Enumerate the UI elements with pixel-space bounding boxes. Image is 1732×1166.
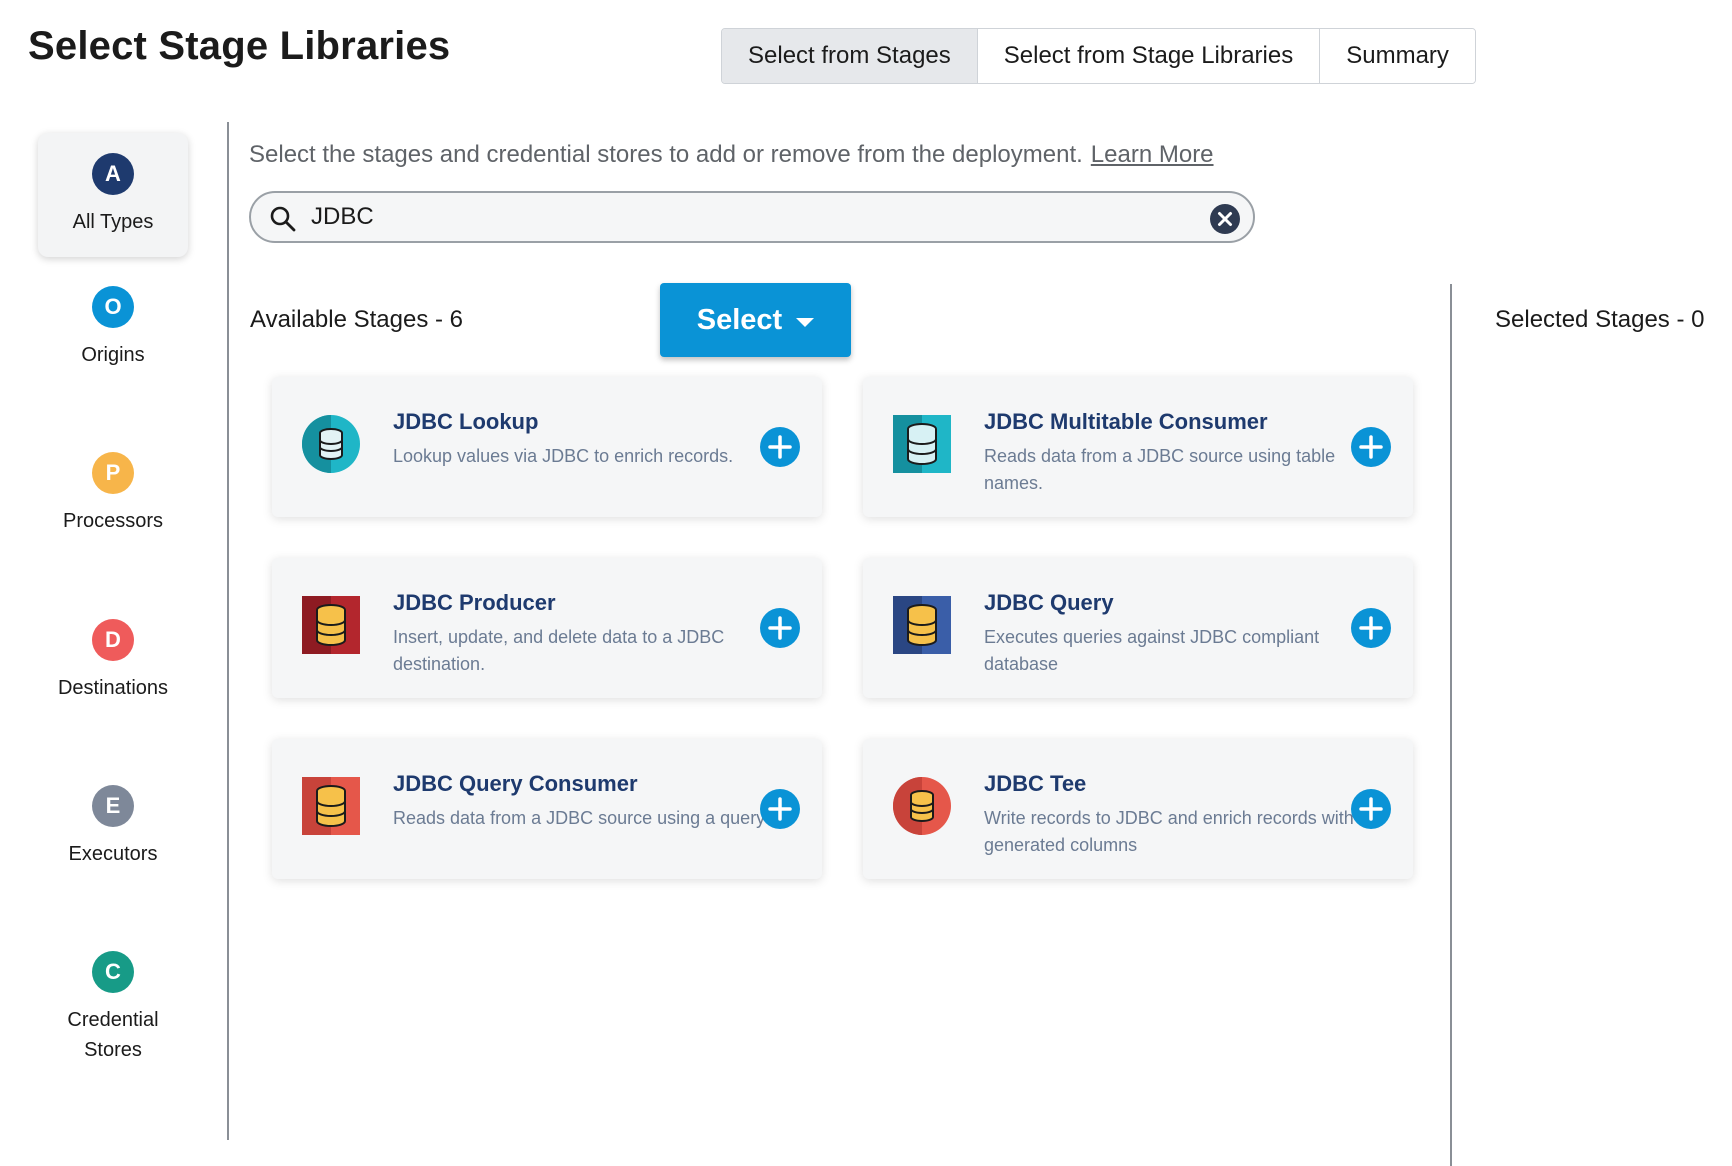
type-label: Executors (68, 843, 158, 865)
select-dropdown-button[interactable]: Select (660, 283, 851, 357)
selected-stages-count: Selected Stages - 0 (1495, 306, 1705, 333)
stage-title: JDBC Query Consumer (393, 771, 638, 796)
stage-card-jdbc-query-consumer[interactable]: JDBC Query Consumer Reads data from a JD… (272, 739, 822, 879)
database-square-navy-icon (893, 596, 951, 654)
tab-select-from-stage-libraries[interactable]: Select from Stage Libraries (977, 29, 1321, 83)
destinations-badge-icon: D (92, 619, 134, 661)
stage-description: Reads data from a JDBC source using tabl… (984, 446, 1336, 493)
database-square-darkred-icon (302, 596, 360, 654)
type-nav-executors[interactable]: E Executors (38, 785, 188, 869)
stage-title: JDBC Producer (393, 590, 556, 615)
instructions-text: Select the stages and credential stores … (249, 141, 1214, 169)
add-stage-icon[interactable] (1351, 427, 1391, 467)
stage-title: JDBC Multitable Consumer (984, 409, 1268, 434)
caret-down-icon (796, 317, 815, 327)
processors-badge-icon: P (92, 452, 134, 494)
type-label: Credential Stores (67, 1009, 159, 1061)
stage-description: Insert, update, and delete data to a JDB… (393, 627, 725, 674)
add-stage-icon[interactable] (760, 427, 800, 467)
tab-summary[interactable]: Summary (1320, 29, 1475, 83)
clear-search-icon[interactable] (1209, 203, 1241, 235)
stage-description: Write records to JDBC and enrich records… (984, 808, 1354, 855)
type-nav-destinations[interactable]: D Destinations (38, 619, 188, 703)
add-stage-icon[interactable] (1351, 608, 1391, 648)
credential-stores-badge-icon: C (92, 951, 134, 993)
type-nav-credential-stores[interactable]: C Credential Stores (38, 951, 188, 1065)
search-input[interactable] (311, 201, 1191, 233)
instructions-label: Select the stages and credential stores … (249, 141, 1083, 168)
right-divider (1450, 284, 1452, 1166)
all-types-badge-icon: A (92, 153, 134, 195)
stage-description: Executes queries against JDBC compliant … (984, 627, 1320, 674)
type-label: Processors (62, 510, 164, 532)
type-label: Destinations (57, 677, 169, 699)
stage-card-jdbc-lookup[interactable]: JDBC Lookup Lookup values via JDBC to en… (272, 377, 822, 517)
stage-description: Reads data from a JDBC source using a qu… (393, 808, 766, 828)
search-bar (249, 191, 1255, 243)
stage-title: JDBC Query (984, 590, 1114, 615)
database-circle-red-icon (893, 777, 951, 835)
select-button-label: Select (696, 303, 783, 336)
database-square-red-icon (302, 777, 360, 835)
type-nav-origins[interactable]: O Origins (38, 286, 188, 370)
database-circle-teal-icon (302, 415, 360, 473)
learn-more-link[interactable]: Learn More (1091, 141, 1214, 168)
type-nav-all-types[interactable]: A All Types (38, 133, 188, 257)
stage-card-jdbc-tee[interactable]: JDBC Tee Write records to JDBC and enric… (863, 739, 1413, 879)
add-stage-icon[interactable] (760, 789, 800, 829)
view-tabs: Select from Stages Select from Stage Lib… (721, 28, 1476, 84)
stage-card-jdbc-multitable-consumer[interactable]: JDBC Multitable Consumer Reads data from… (863, 377, 1413, 517)
stage-card-jdbc-producer[interactable]: JDBC Producer Insert, update, and delete… (272, 558, 822, 698)
available-stages-count: Available Stages - 6 (250, 306, 464, 333)
type-label: All Types (72, 211, 154, 233)
type-label: Origins (81, 344, 145, 366)
origins-badge-icon: O (92, 286, 134, 328)
type-nav-processors[interactable]: P Processors (38, 452, 188, 536)
page-title: Select Stage Libraries (28, 24, 451, 68)
stage-title: JDBC Tee (984, 771, 1087, 796)
stage-description: Lookup values via JDBC to enrich records… (393, 446, 734, 466)
add-stage-icon[interactable] (1351, 789, 1391, 829)
stage-card-jdbc-query[interactable]: JDBC Query Executes queries against JDBC… (863, 558, 1413, 698)
add-stage-icon[interactable] (760, 608, 800, 648)
stage-title: JDBC Lookup (393, 409, 539, 434)
tab-select-from-stages[interactable]: Select from Stages (722, 29, 978, 83)
stage-library-page: Select Stage Libraries Select from Stage… (0, 0, 1732, 1166)
executors-badge-icon: E (92, 785, 134, 827)
left-divider (227, 122, 229, 1140)
search-icon (270, 206, 296, 232)
database-square-teal-icon (893, 415, 951, 473)
